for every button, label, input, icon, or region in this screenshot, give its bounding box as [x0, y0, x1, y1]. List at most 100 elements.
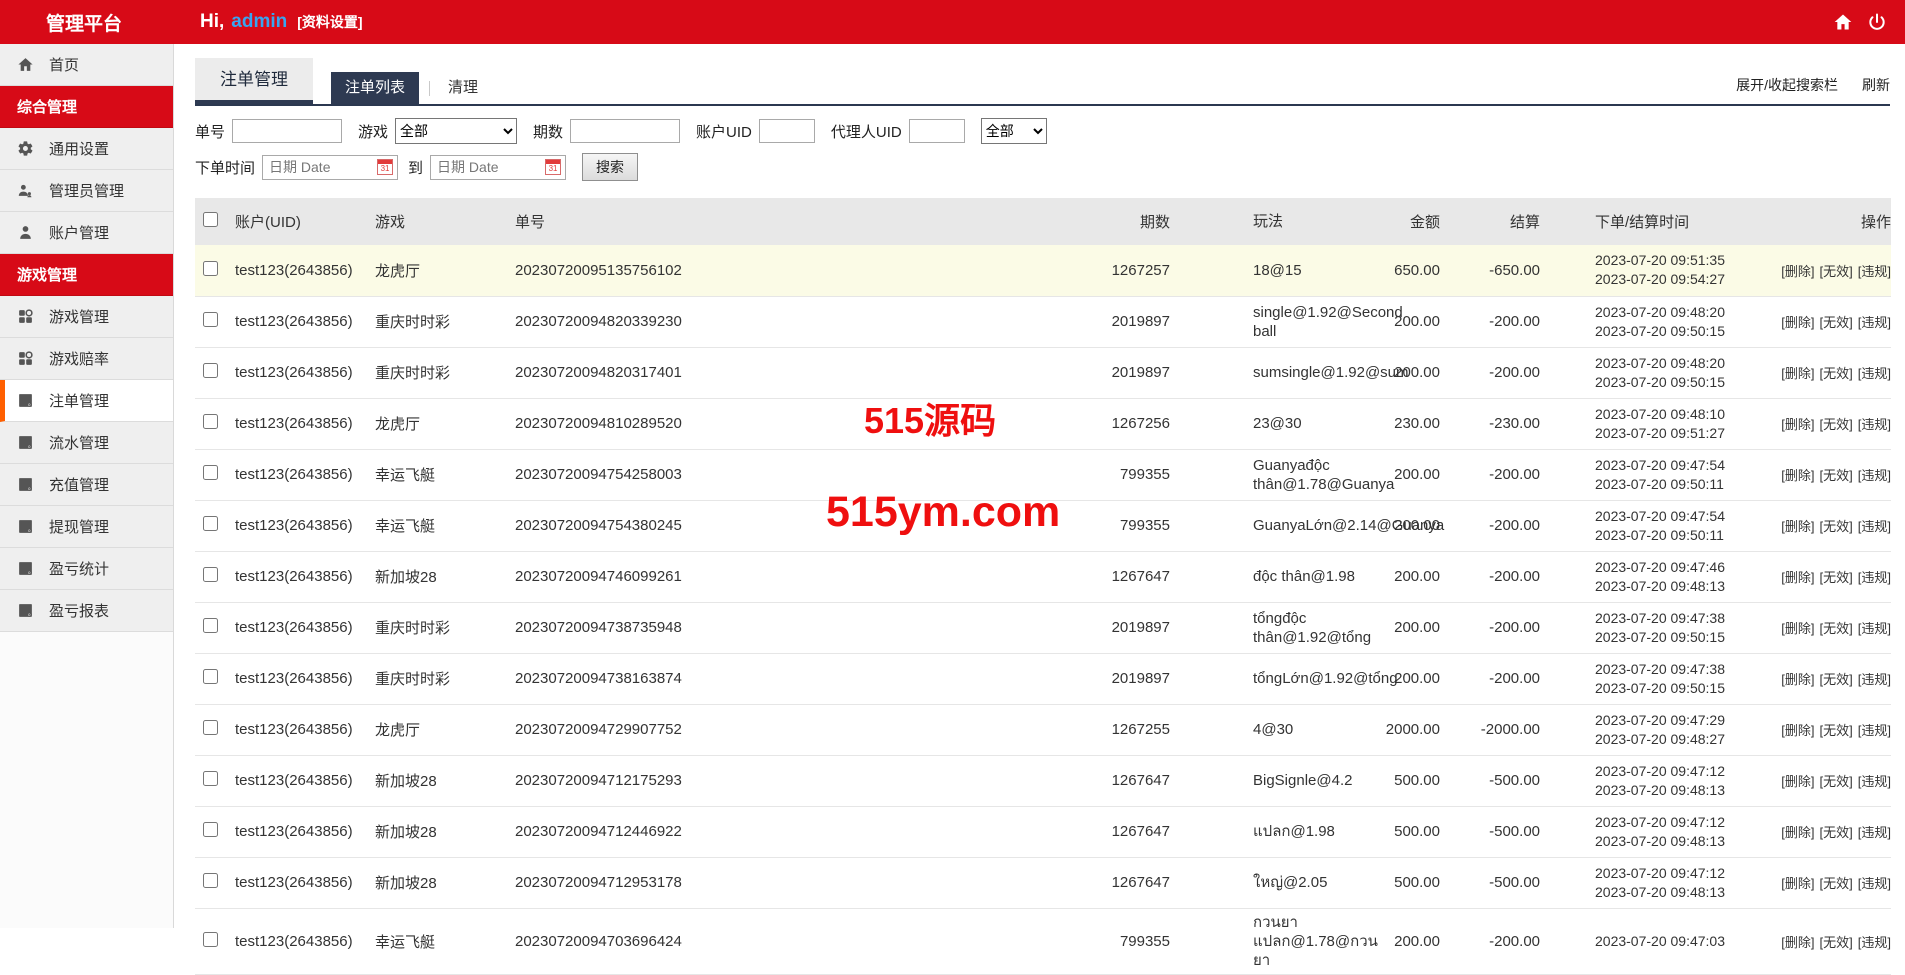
- sidebar: 首页 综合管理 通用设置 管理员管理 账户管理 游戏管理 游戏管理 游戏赔率 0…: [0, 44, 174, 928]
- sidebar-item-label: 账户管理: [49, 222, 109, 243]
- violation-link[interactable]: [违规]: [1858, 774, 1891, 789]
- play-detail: BigSignle@4.2: [1170, 755, 1370, 806]
- row-checkbox[interactable]: [203, 771, 218, 786]
- invalid-link[interactable]: [无效]: [1820, 876, 1853, 891]
- invalid-link[interactable]: [无效]: [1820, 519, 1853, 534]
- calendar-icon[interactable]: 31: [377, 159, 393, 175]
- row-checkbox[interactable]: [203, 720, 218, 735]
- home-icon[interactable]: [1833, 12, 1853, 32]
- agent-uid-input[interactable]: [909, 119, 965, 143]
- date-to-input[interactable]: 日期 Date 31: [430, 155, 566, 180]
- violation-link[interactable]: [违规]: [1858, 723, 1891, 738]
- invalid-link[interactable]: [无效]: [1820, 315, 1853, 330]
- logout-power-icon[interactable]: [1867, 12, 1887, 32]
- sidebar-item-盈亏统计[interactable]: 0 盈亏统计: [0, 548, 173, 590]
- delete-link[interactable]: [删除]: [1781, 315, 1814, 330]
- play-detail: 18@15: [1170, 245, 1370, 296]
- row-checkbox[interactable]: [203, 261, 218, 276]
- violation-link[interactable]: [违规]: [1858, 672, 1891, 687]
- invalid-link[interactable]: [无效]: [1820, 366, 1853, 381]
- sidebar-item-盈亏报表[interactable]: 0 盈亏报表: [0, 590, 173, 632]
- tab-bar: 注单管理 注单列表 清理 展开/收起搜索栏 刷新: [195, 60, 1890, 106]
- orders-table-body: test123(2643856) 龙虎厅 2023072009513575610…: [195, 245, 1891, 974]
- invalid-link[interactable]: [无效]: [1820, 723, 1853, 738]
- tab-clean[interactable]: 清理: [434, 72, 492, 104]
- violation-link[interactable]: [违规]: [1858, 315, 1891, 330]
- row-checkbox[interactable]: [203, 567, 218, 582]
- invalid-link[interactable]: [无效]: [1820, 468, 1853, 483]
- row-checkbox[interactable]: [203, 465, 218, 480]
- violation-link[interactable]: [违规]: [1858, 519, 1891, 534]
- tab-order-list[interactable]: 注单列表: [331, 72, 419, 104]
- violation-link[interactable]: [违规]: [1858, 366, 1891, 381]
- game-select[interactable]: 全部: [395, 118, 517, 144]
- delete-link[interactable]: [删除]: [1781, 825, 1814, 840]
- refresh-link[interactable]: 刷新: [1862, 75, 1890, 95]
- invalid-link[interactable]: [无效]: [1820, 825, 1853, 840]
- delete-link[interactable]: [删除]: [1781, 672, 1814, 687]
- violation-link[interactable]: [违规]: [1858, 621, 1891, 636]
- invalid-link[interactable]: [无效]: [1820, 621, 1853, 636]
- delete-link[interactable]: [删除]: [1781, 876, 1814, 891]
- invalid-link[interactable]: [无效]: [1820, 672, 1853, 687]
- delete-link[interactable]: [删除]: [1781, 570, 1814, 585]
- sidebar-item-首页[interactable]: 首页: [0, 44, 173, 86]
- violation-link[interactable]: [违规]: [1858, 825, 1891, 840]
- sidebar-item-label: 通用设置: [49, 138, 109, 159]
- sidebar-item-label: 充值管理: [49, 474, 109, 495]
- violation-link[interactable]: [违规]: [1858, 417, 1891, 432]
- delete-link[interactable]: [删除]: [1781, 468, 1814, 483]
- violation-link[interactable]: [违规]: [1858, 264, 1891, 279]
- sidebar-item-账户管理[interactable]: 账户管理: [0, 212, 173, 254]
- invalid-link[interactable]: [无效]: [1820, 570, 1853, 585]
- status-select[interactable]: 全部: [981, 118, 1047, 144]
- invalid-link[interactable]: [无效]: [1820, 935, 1853, 950]
- toggle-search-link[interactable]: 展开/收起搜索栏: [1736, 75, 1838, 95]
- delete-link[interactable]: [删除]: [1781, 519, 1814, 534]
- delete-link[interactable]: [删除]: [1781, 417, 1814, 432]
- invalid-link[interactable]: [无效]: [1820, 774, 1853, 789]
- tab-order-management[interactable]: 注单管理: [195, 58, 313, 104]
- delete-link[interactable]: [删除]: [1781, 366, 1814, 381]
- row-checkbox[interactable]: [203, 312, 218, 327]
- row-checkbox[interactable]: [203, 932, 218, 947]
- account-uid-input[interactable]: [759, 119, 815, 143]
- sidebar-item-游戏管理[interactable]: 游戏管理: [0, 296, 173, 338]
- delete-link[interactable]: [删除]: [1781, 723, 1814, 738]
- sidebar-item-充值管理[interactable]: 0 充值管理: [0, 464, 173, 506]
- row-checkbox[interactable]: [203, 363, 218, 378]
- row-checkbox[interactable]: [203, 618, 218, 633]
- order-settle-time: 2023-07-20 09:47:12 2023-07-20 09:48:13: [1540, 857, 1750, 908]
- search-button[interactable]: 搜索: [582, 153, 638, 181]
- date-from-input[interactable]: 日期 Date 31: [262, 155, 398, 180]
- violation-link[interactable]: [违规]: [1858, 876, 1891, 891]
- row-checkbox[interactable]: [203, 516, 218, 531]
- delete-link[interactable]: [删除]: [1781, 264, 1814, 279]
- row-checkbox[interactable]: [203, 873, 218, 888]
- violation-link[interactable]: [违规]: [1858, 935, 1891, 950]
- delete-link[interactable]: [删除]: [1781, 621, 1814, 636]
- calendar-icon[interactable]: 31: [545, 159, 561, 175]
- sidebar-item-流水管理[interactable]: 0 流水管理: [0, 422, 173, 464]
- order-time: 2023-07-20 09:47:38: [1595, 609, 1750, 628]
- issue-input[interactable]: [570, 119, 680, 143]
- order-no-input[interactable]: [232, 119, 342, 143]
- row-checkbox[interactable]: [203, 822, 218, 837]
- sidebar-item-通用设置[interactable]: 通用设置: [0, 128, 173, 170]
- violation-link[interactable]: [违规]: [1858, 570, 1891, 585]
- invalid-link[interactable]: [无效]: [1820, 264, 1853, 279]
- select-all-checkbox[interactable]: [203, 212, 218, 227]
- sidebar-item-游戏赔率[interactable]: 游戏赔率: [0, 338, 173, 380]
- sidebar-item-管理员管理[interactable]: 管理员管理: [0, 170, 173, 212]
- sidebar-item-注单管理[interactable]: 0 注单管理: [0, 380, 173, 422]
- invalid-link[interactable]: [无效]: [1820, 417, 1853, 432]
- violation-link[interactable]: [违规]: [1858, 468, 1891, 483]
- bet-amount: 500.00: [1370, 857, 1440, 908]
- row-checkbox[interactable]: [203, 669, 218, 684]
- delete-link[interactable]: [删除]: [1781, 935, 1814, 950]
- delete-link[interactable]: [删除]: [1781, 774, 1814, 789]
- order-time: 2023-07-20 09:47:54: [1595, 456, 1750, 475]
- row-checkbox[interactable]: [203, 414, 218, 429]
- sidebar-item-提现管理[interactable]: 0 提现管理: [0, 506, 173, 548]
- profile-settings-link[interactable]: [资料设置]: [297, 12, 362, 32]
